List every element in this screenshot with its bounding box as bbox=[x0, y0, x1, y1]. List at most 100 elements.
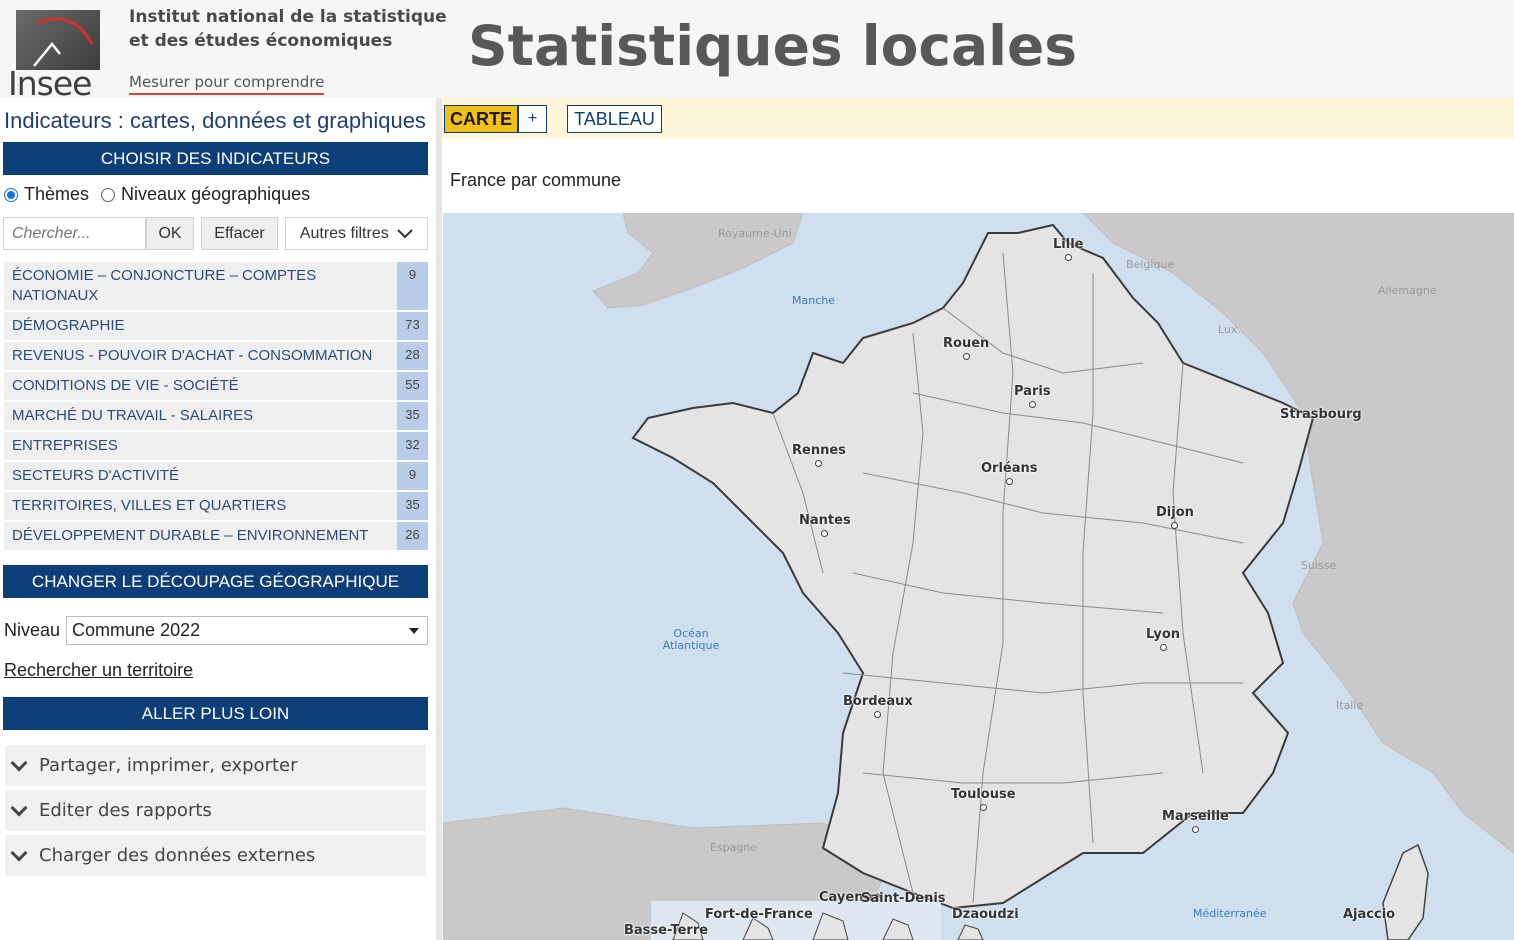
panel-divider[interactable] bbox=[436, 98, 442, 940]
theme-item-count: 9 bbox=[397, 262, 428, 310]
search-territory-link[interactable]: Rechercher un territoire bbox=[4, 660, 193, 681]
map-canvas[interactable]: Royaume-Uni Belgique Allemagne Lux. Suis… bbox=[443, 213, 1514, 940]
theme-item[interactable]: REVENUS - POUVOIR D'ACHAT - CONSOMMATION… bbox=[4, 342, 428, 372]
change-geo-button[interactable]: CHANGER LE DÉCOUPAGE GÉOGRAPHIQUE bbox=[3, 565, 428, 598]
city-nantes-label: Nantes bbox=[799, 513, 851, 528]
city-marker bbox=[1191, 826, 1199, 833]
theme-item-label: ENTREPRISES bbox=[12, 437, 118, 454]
city-marker bbox=[1064, 254, 1072, 261]
theme-item-label: SECTEURS D'ACTIVITÉ bbox=[12, 467, 180, 484]
city-marker bbox=[874, 711, 882, 718]
sea-label-mediterranean: Méditerranée bbox=[1193, 907, 1267, 920]
search-input[interactable] bbox=[3, 217, 146, 250]
theme-item[interactable]: ÉCONOMIE – CONJONCTURE – COMPTES NATIONA… bbox=[4, 262, 428, 312]
choose-indicators-button[interactable]: CHOISIR DES INDICATEURS bbox=[3, 142, 428, 175]
theme-item[interactable]: ENTREPRISES 32 bbox=[4, 432, 428, 462]
tab-carte[interactable]: CARTE bbox=[444, 105, 518, 133]
radio-levels[interactable] bbox=[101, 187, 116, 202]
radio-themes[interactable] bbox=[4, 187, 18, 202]
country-label-spain: Espagne bbox=[710, 841, 758, 854]
country-label-switzerland: Suisse bbox=[1301, 559, 1337, 572]
overseas-saint-denis[interactable]: Saint-Denis bbox=[861, 891, 946, 906]
theme-item[interactable]: DÉVELOPPEMENT DURABLE – ENVIRONNEMENT 26 bbox=[4, 522, 428, 552]
header: Insee Institut national de la statistiqu… bbox=[0, 0, 1514, 103]
city-rouen[interactable]: Rouen bbox=[943, 336, 989, 360]
city-strasbourg[interactable]: Strasbourg bbox=[1280, 407, 1362, 422]
theme-item[interactable]: DÉMOGRAPHIE 73 bbox=[4, 312, 428, 342]
city-ajaccio[interactable]: Ajaccio bbox=[1343, 907, 1395, 922]
city-rouen-label: Rouen bbox=[943, 336, 990, 351]
radio-levels-label[interactable]: Niveaux géographiques bbox=[121, 184, 310, 205]
city-lyon[interactable]: Lyon bbox=[1146, 627, 1180, 651]
city-rennes[interactable]: Rennes bbox=[792, 443, 846, 467]
city-dijon-label: Dijon bbox=[1156, 505, 1194, 520]
chevron-down-icon bbox=[10, 754, 28, 771]
city-orleans[interactable]: Orléans bbox=[981, 461, 1038, 485]
theme-item-count: 35 bbox=[397, 402, 428, 430]
theme-item-label: REVENUS - POUVOIR D'ACHAT - CONSOMMATION bbox=[12, 347, 373, 364]
city-marker bbox=[1171, 522, 1179, 529]
panel-title: Indicateurs : cartes, données et graphiq… bbox=[4, 108, 426, 133]
overseas-basse-terre[interactable]: Basse-Terre bbox=[624, 923, 708, 938]
theme-item-label: MARCHÉ DU TRAVAIL - SALAIRES bbox=[12, 407, 254, 424]
accordion-external-data[interactable]: Charger des données externes bbox=[5, 835, 426, 876]
city-bordeaux[interactable]: Bordeaux bbox=[843, 694, 913, 718]
other-filters-label: Autres filtres bbox=[299, 225, 389, 242]
theme-item-label: DÉMOGRAPHIE bbox=[12, 317, 125, 334]
theme-item-label: DÉVELOPPEMENT DURABLE – ENVIRONNEMENT bbox=[12, 527, 369, 544]
city-paris[interactable]: Paris bbox=[1014, 384, 1051, 408]
city-marker bbox=[821, 530, 829, 537]
accordion-external-data-label: Charger des données externes bbox=[39, 845, 316, 866]
theme-item-count: 73 bbox=[397, 312, 428, 340]
view-mode-radios: Thèmes Niveaux géographiques bbox=[4, 184, 322, 205]
theme-item-count: 35 bbox=[397, 492, 428, 520]
dropdown-arrow-icon bbox=[409, 628, 420, 634]
overseas-dzaoudzi[interactable]: Dzaoudzi bbox=[952, 907, 1019, 922]
chevron-down-icon bbox=[10, 844, 28, 861]
city-marker bbox=[979, 804, 987, 811]
search-ok-button[interactable]: OK bbox=[146, 217, 194, 250]
clear-button[interactable]: Effacer bbox=[201, 217, 278, 250]
other-filters-button[interactable]: Autres filtres bbox=[285, 217, 428, 250]
sea-label-manche: Manche bbox=[792, 294, 835, 307]
niveau-select[interactable]: Commune 2022 bbox=[66, 616, 429, 645]
theme-item[interactable]: MARCHÉ DU TRAVAIL - SALAIRES 35 bbox=[4, 402, 428, 432]
accordion-reports[interactable]: Editer des rapports bbox=[5, 790, 426, 831]
theme-item-count: 55 bbox=[397, 372, 428, 400]
niveau-label: Niveau bbox=[4, 620, 61, 640]
accordion-share[interactable]: Partager, imprimer, exporter bbox=[5, 745, 426, 786]
city-marker bbox=[1159, 644, 1167, 651]
overseas-fort-de-france[interactable]: Fort-de-France bbox=[705, 907, 813, 922]
map-background bbox=[443, 213, 1514, 940]
insee-logo[interactable]: Insee bbox=[6, 6, 100, 103]
theme-item-label: CONDITIONS DE VIE - SOCIÉTÉ bbox=[12, 377, 239, 394]
chevron-down-icon bbox=[397, 229, 413, 239]
add-map-button[interactable]: + bbox=[518, 105, 547, 133]
radio-themes-label[interactable]: Thèmes bbox=[24, 184, 89, 205]
theme-item[interactable]: CONDITIONS DE VIE - SOCIÉTÉ 55 bbox=[4, 372, 428, 402]
city-marseille-label: Marseille bbox=[1162, 809, 1229, 824]
theme-item-count: 32 bbox=[397, 432, 428, 460]
niveau-row: Niveau Commune 2022 bbox=[4, 616, 429, 645]
view-toolbar: CARTE + TABLEAU bbox=[442, 98, 1514, 139]
theme-item-label: TERRITOIRES, VILLES ET QUARTIERS bbox=[12, 497, 287, 514]
country-label-italy: Italie bbox=[1336, 699, 1364, 712]
institute-name-line2: et des études économiques bbox=[129, 31, 393, 51]
city-marseille[interactable]: Marseille bbox=[1162, 809, 1229, 833]
city-dijon[interactable]: Dijon bbox=[1156, 505, 1194, 529]
city-nantes[interactable]: Nantes bbox=[799, 513, 851, 537]
institute-name-line1: Institut national de la statistique bbox=[129, 7, 447, 27]
theme-item[interactable]: SECTEURS D'ACTIVITÉ 9 bbox=[4, 462, 428, 492]
logo-arc-icon bbox=[33, 17, 94, 67]
tab-tableau[interactable]: TABLEAU bbox=[567, 105, 662, 133]
theme-item[interactable]: TERRITOIRES, VILLES ET QUARTIERS 35 bbox=[4, 492, 428, 522]
city-toulouse-label: Toulouse bbox=[951, 787, 1016, 802]
accordion-reports-label: Editer des rapports bbox=[39, 800, 212, 821]
city-lille[interactable]: Lille bbox=[1053, 237, 1083, 261]
theme-item-label: ÉCONOMIE – CONJONCTURE – COMPTES NATIONA… bbox=[12, 267, 317, 304]
city-paris-label: Paris bbox=[1014, 384, 1051, 399]
city-marker bbox=[815, 460, 823, 467]
map-caption: France par commune bbox=[450, 170, 622, 190]
go-further-button[interactable]: ALLER PLUS LOIN bbox=[3, 697, 428, 730]
city-toulouse[interactable]: Toulouse bbox=[951, 787, 1016, 811]
